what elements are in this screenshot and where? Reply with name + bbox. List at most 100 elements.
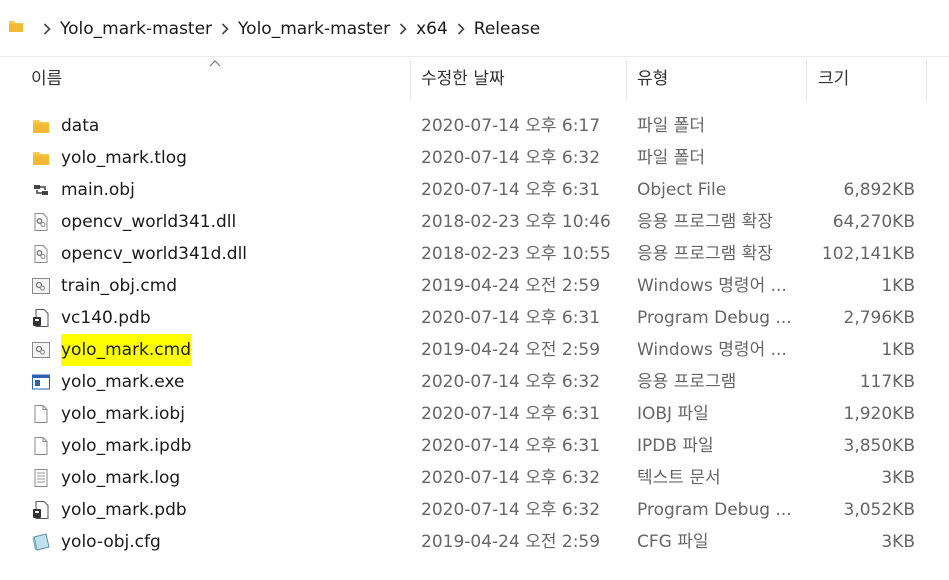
file-size: 102,141KB xyxy=(821,244,915,264)
file-size: 1KB xyxy=(881,340,915,360)
file-row[interactable]: opencv_world341.dll 2018-02-23 오후 10:46 응용… xyxy=(0,206,949,238)
header-size[interactable]: 크기 xyxy=(818,56,918,102)
column-header: 이름 수정한 날짜 유형 크기 xyxy=(0,56,949,102)
file-size: 1,920KB xyxy=(843,404,915,424)
file-size: 3,850KB xyxy=(843,436,915,456)
file-date: 2020-07-14 오후 6:31 xyxy=(421,436,601,456)
cfg-file-icon xyxy=(31,532,51,552)
file-size: 64,270KB xyxy=(832,212,915,232)
file-name: yolo_mark.iobj xyxy=(61,404,185,424)
file-date: 2019-04-24 오전 2:59 xyxy=(421,340,601,360)
chevron-right-icon[interactable] xyxy=(214,18,236,40)
file-type: 파일 폴더 xyxy=(637,116,705,136)
text-file-icon xyxy=(31,468,51,488)
file-type: CFG 파일 xyxy=(637,532,709,552)
address-bar[interactable]: Yolo_mark-master Yolo_mark-master x64 Re… xyxy=(0,0,949,57)
file-row[interactable]: opencv_world341d.dll 2018-02-23 오후 10:55 응… xyxy=(0,238,949,270)
file-name: yolo_mark.cmd xyxy=(61,334,191,366)
blank-file-icon xyxy=(31,436,51,456)
breadcrumb-item[interactable]: x64 xyxy=(416,18,448,40)
file-date: 2020-07-14 오후 6:32 xyxy=(421,468,601,488)
file-list: data 2020-07-14 오후 6:17 파일 폴더 yolo_mark.tlo… xyxy=(0,110,949,558)
folder-icon xyxy=(9,21,23,32)
file-size: 6,892KB xyxy=(843,180,915,200)
file-row[interactable]: main.obj 2020-07-14 오후 6:31 Object File 6,8… xyxy=(0,174,949,206)
file-name: opencv_world341d.dll xyxy=(61,244,248,264)
file-row[interactable]: yolo_mark.tlog 2020-07-14 오후 6:32 파일 폴더 xyxy=(0,142,949,174)
file-name: yolo_mark.tlog xyxy=(61,148,187,168)
pdb-file-icon xyxy=(31,500,51,520)
file-type: IOBJ 파일 xyxy=(637,404,709,424)
file-date: 2020-07-14 오후 6:32 xyxy=(421,372,601,392)
file-type: 응용 프로그램 확장 xyxy=(637,212,773,232)
file-type: 파일 폴더 xyxy=(637,148,705,168)
file-name: yolo_mark.ipdb xyxy=(61,436,192,456)
file-row[interactable]: yolo_mark.log 2020-07-14 오후 6:32 텍스트 문서 3KB xyxy=(0,462,949,494)
file-row[interactable]: yolo_mark.cmd 2019-04-24 오전 2:59 Windows 명… xyxy=(0,334,949,366)
file-size: 2,796KB xyxy=(843,308,915,328)
file-date: 2019-04-24 오전 2:59 xyxy=(421,276,601,296)
file-type: 응용 프로그램 확장 xyxy=(637,244,773,264)
file-row[interactable]: yolo-obj.cfg 2019-04-24 오전 2:59 CFG 파일 3KB xyxy=(0,526,949,558)
file-row[interactable]: yolo_mark.ipdb 2020-07-14 오후 6:31 IPDB 파일 3… xyxy=(0,430,949,462)
file-date: 2018-02-23 오후 10:46 xyxy=(421,212,611,232)
column-divider[interactable] xyxy=(410,60,411,100)
breadcrumb: Yolo_mark-master Yolo_mark-master x64 Re… xyxy=(34,18,540,40)
file-date: 2019-04-24 오전 2:59 xyxy=(421,532,601,552)
file-name: yolo_mark.exe xyxy=(61,372,185,392)
file-date: 2020-07-14 오후 6:31 xyxy=(421,180,601,200)
file-name: vc140.pdb xyxy=(61,308,151,328)
chevron-right-icon[interactable] xyxy=(392,18,414,40)
chevron-right-icon[interactable] xyxy=(36,18,58,40)
file-date: 2020-07-14 오후 6:32 xyxy=(421,500,601,520)
pdb-file-icon xyxy=(31,308,51,328)
file-size: 1KB xyxy=(881,276,915,296)
header-date[interactable]: 수정한 날짜 xyxy=(421,56,621,102)
file-row[interactable]: train_obj.cmd 2019-04-24 오전 2:59 Windows 명… xyxy=(0,270,949,302)
file-type: Object File xyxy=(637,180,727,200)
header-type[interactable]: 유형 xyxy=(637,56,797,102)
file-name: opencv_world341.dll xyxy=(61,212,237,232)
file-name: yolo_mark.log xyxy=(61,468,181,488)
blank-file-icon xyxy=(31,404,51,424)
breadcrumb-item[interactable]: Yolo_mark-master xyxy=(238,18,390,40)
file-date: 2018-02-23 오후 10:55 xyxy=(421,244,611,264)
file-row[interactable]: yolo_mark.exe 2020-07-14 오후 6:32 응용 프로그램 11… xyxy=(0,366,949,398)
file-size: 3KB xyxy=(881,468,915,488)
file-size: 3KB xyxy=(881,532,915,552)
exe-file-icon xyxy=(31,372,51,392)
file-name: yolo_mark.pdb xyxy=(61,500,187,520)
file-type: Windows 명령어 ... xyxy=(637,276,787,296)
file-row[interactable]: vc140.pdb 2020-07-14 오후 6:31 Program Debug… xyxy=(0,302,949,334)
header-name[interactable]: 이름 xyxy=(31,56,407,102)
file-name: yolo-obj.cfg xyxy=(61,532,161,552)
file-size: 117KB xyxy=(859,372,915,392)
file-type: Program Debug ... xyxy=(637,500,792,520)
file-type: 텍스트 문서 xyxy=(637,468,721,488)
file-type: 응용 프로그램 xyxy=(637,372,737,392)
file-date: 2020-07-14 오후 6:32 xyxy=(421,148,601,168)
column-divider[interactable] xyxy=(926,60,927,100)
dll-file-icon xyxy=(31,212,51,232)
folder-icon xyxy=(31,148,51,168)
folder-icon xyxy=(31,116,51,136)
file-name: train_obj.cmd xyxy=(61,276,178,296)
file-row[interactable]: yolo_mark.iobj 2020-07-14 오후 6:31 IOBJ 파일 1… xyxy=(0,398,949,430)
object-file-icon xyxy=(31,180,51,200)
column-divider[interactable] xyxy=(626,60,627,100)
file-name: data xyxy=(61,116,100,136)
breadcrumb-item[interactable]: Yolo_mark-master xyxy=(60,18,212,40)
cmd-file-icon xyxy=(31,276,51,296)
file-name: main.obj xyxy=(61,180,135,200)
dll-file-icon xyxy=(31,244,51,264)
file-row[interactable]: yolo_mark.pdb 2020-07-14 오후 6:32 Program D… xyxy=(0,494,949,526)
file-date: 2020-07-14 오후 6:31 xyxy=(421,308,601,328)
file-row[interactable]: data 2020-07-14 오후 6:17 파일 폴더 xyxy=(0,110,949,142)
column-divider[interactable] xyxy=(806,60,807,100)
chevron-right-icon[interactable] xyxy=(450,18,472,40)
file-type: Program Debug ... xyxy=(637,308,792,328)
file-size: 3,052KB xyxy=(843,500,915,520)
cmd-file-icon xyxy=(31,340,51,360)
file-type: IPDB 파일 xyxy=(637,436,714,456)
breadcrumb-item[interactable]: Release xyxy=(474,18,540,40)
